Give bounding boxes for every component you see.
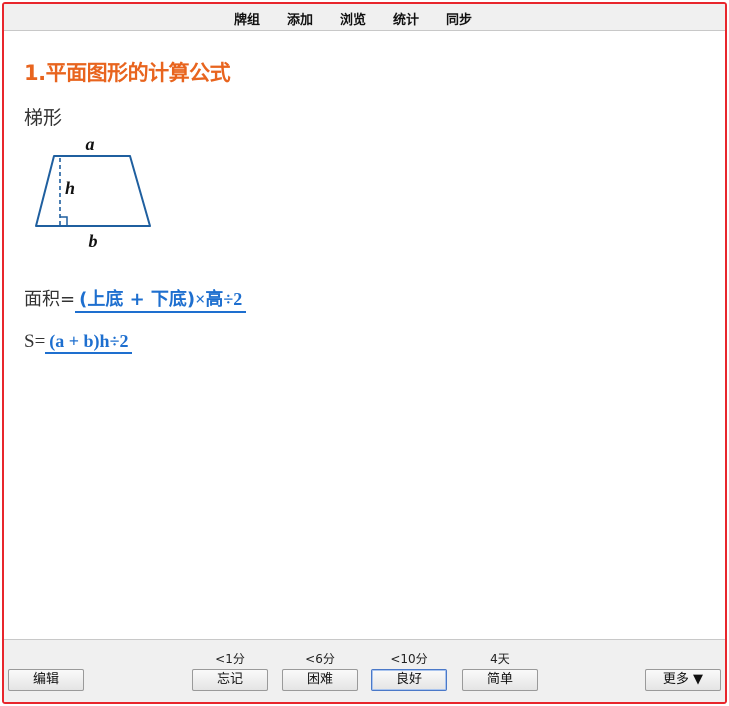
label-h: h — [65, 178, 75, 198]
menu-stats[interactable]: 统计 — [393, 9, 419, 28]
top-menu-bar: 牌组 添加 浏览 统计 同步 — [4, 4, 725, 31]
area-formula: 面积= (上底 + 下底)×高÷2 — [24, 285, 247, 313]
area-answer: (上底 + 下底)×高÷2 — [75, 288, 247, 313]
menu-browse[interactable]: 浏览 — [340, 9, 366, 28]
section-title: 1.平面图形的计算公式 — [24, 61, 231, 85]
s-answer: (a + b)h÷2 — [45, 330, 133, 354]
trapezoid-figure: a h b — [35, 134, 151, 251]
interval-again: <1分 — [215, 652, 245, 666]
menu-add[interactable]: 添加 — [287, 9, 313, 28]
interval-easy: 4天 — [490, 652, 510, 666]
good-button[interactable]: 良好 — [371, 669, 447, 691]
edit-button[interactable]: 编辑 — [8, 669, 84, 691]
menu-decks[interactable]: 牌组 — [234, 9, 260, 28]
s-formula: S= (a + b)h÷2 — [24, 330, 133, 354]
easy-button[interactable]: 简单 — [462, 669, 538, 691]
again-button[interactable]: 忘记 — [192, 669, 268, 691]
label-a: a — [86, 134, 95, 154]
interval-hard: <6分 — [305, 652, 335, 666]
area-label: 面积= — [24, 289, 76, 310]
s-label: S= — [24, 331, 46, 352]
card-content: 1.平面图形的计算公式 梯形 a h b 面积= (上底 + 下底)×高÷2 S=… — [4, 31, 725, 640]
app-window: 牌组 添加 浏览 统计 同步 1.平面图形的计算公式 梯形 a h b 面积=(… — [2, 2, 727, 704]
right-angle-mark — [60, 216, 68, 225]
review-bar: <1分 <6分 <10分 4天 编辑 忘记 困难 良好 简单 更多 ▼ — [4, 639, 725, 702]
interval-good: <10分 — [390, 652, 428, 666]
hard-button[interactable]: 困难 — [282, 669, 358, 691]
area-answer-part1: (上底 + 下底) — [79, 289, 196, 310]
more-button[interactable]: 更多 ▼ — [645, 669, 721, 691]
area-answer-part2: ×高÷2 — [195, 289, 243, 309]
trapezoid-shape — [35, 155, 151, 227]
label-b: b — [89, 231, 98, 251]
shape-name: 梯形 — [24, 107, 63, 129]
menu-sync[interactable]: 同步 — [446, 9, 472, 28]
